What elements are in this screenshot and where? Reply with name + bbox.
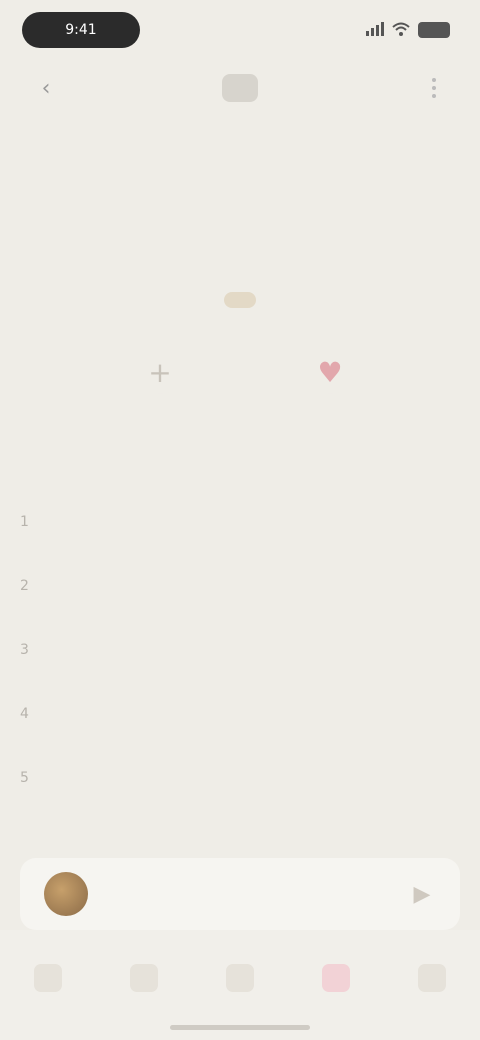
heart-icon [322, 964, 350, 992]
wifi-icon [392, 21, 410, 40]
chevron-left-icon: ‹ [41, 75, 51, 101]
play-icon: ▶ [413, 881, 431, 907]
battery-icon [418, 22, 450, 38]
tab-3[interactable] [384, 292, 416, 308]
list-item[interactable]: 2 [20, 554, 460, 618]
mini-player[interactable]: ▶ [20, 858, 460, 930]
status-icons [366, 18, 450, 42]
bottom-tab-bar [0, 930, 480, 1040]
more-vertical-icon [432, 78, 436, 82]
list-item[interactable]: 3 [20, 618, 460, 682]
track-index: 3 [20, 642, 29, 658]
status-bar: 9:41 [0, 0, 480, 64]
track-index: 1 [20, 514, 29, 530]
heart-icon: ♥ [308, 350, 352, 394]
title-area [0, 160, 480, 218]
bottom-items [0, 964, 480, 998]
list-item[interactable]: 4 [20, 682, 460, 746]
status-time-pill: 9:41 [22, 12, 140, 48]
signal-icon [366, 21, 384, 40]
plus-icon: + [138, 350, 182, 394]
list-item[interactable]: 1 [20, 490, 460, 554]
track-index: 2 [20, 578, 29, 594]
play-button[interactable]: ▶ [406, 878, 438, 910]
album-art [44, 872, 88, 916]
list-item[interactable]: 5 [20, 746, 460, 810]
status-time: 9:41 [65, 22, 97, 38]
page-title [0, 160, 480, 204]
add-button[interactable]: + [100, 350, 220, 402]
cloud-icon [222, 74, 258, 102]
like-button[interactable]: ♥ [270, 350, 390, 402]
bottom-tab-home[interactable] [16, 964, 80, 998]
home-icon [34, 964, 62, 992]
library-icon [130, 964, 158, 992]
bottom-tab-library[interactable] [112, 964, 176, 998]
segmented-tabs [64, 282, 416, 318]
track-list: 1 2 3 4 5 [20, 490, 460, 810]
bottom-tab-favorites[interactable] [304, 964, 368, 998]
profile-icon [418, 964, 446, 992]
top-nav: ‹ [0, 64, 480, 112]
more-button[interactable] [424, 70, 444, 106]
search-icon [226, 964, 254, 992]
bottom-tab-profile[interactable] [400, 964, 464, 998]
track-index: 5 [20, 770, 29, 786]
tab-1[interactable] [64, 292, 96, 308]
tab-2[interactable] [224, 292, 256, 308]
screen: 9:41 ‹ + ♥ 1 2 3 4 5 ▶ [0, 0, 480, 1040]
bottom-tab-search[interactable] [208, 964, 272, 998]
home-indicator[interactable] [170, 1025, 310, 1030]
back-button[interactable]: ‹ [30, 72, 62, 104]
action-buttons: + ♥ [0, 350, 480, 430]
track-index: 4 [20, 706, 29, 722]
